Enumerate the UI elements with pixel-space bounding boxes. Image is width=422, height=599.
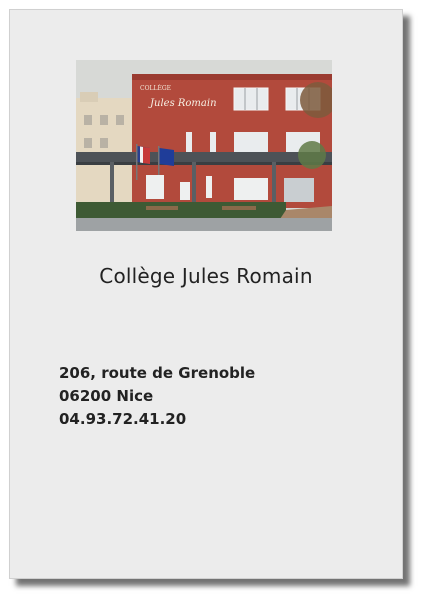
address-city: 06200 Nice <box>59 387 154 405</box>
school-name: Collège Jules Romain <box>99 264 313 288</box>
sign-name-text: Jules Romain <box>148 98 217 109</box>
school-building-illustration: COLLÈGE Jules Romain <box>76 60 332 231</box>
phone-number[interactable]: 04.93.72.41.20 <box>59 408 255 431</box>
sign-top-text: COLLÈGE <box>140 84 171 92</box>
address-street: 206, route de Grenoble <box>59 364 256 382</box>
school-card: COLLÈGE Jules Romain Collège Jules Romai… <box>9 9 403 579</box>
school-address: 206, route de Grenoble 06200 Nice 04.93.… <box>59 362 255 431</box>
school-photo: COLLÈGE Jules Romain <box>76 60 332 231</box>
